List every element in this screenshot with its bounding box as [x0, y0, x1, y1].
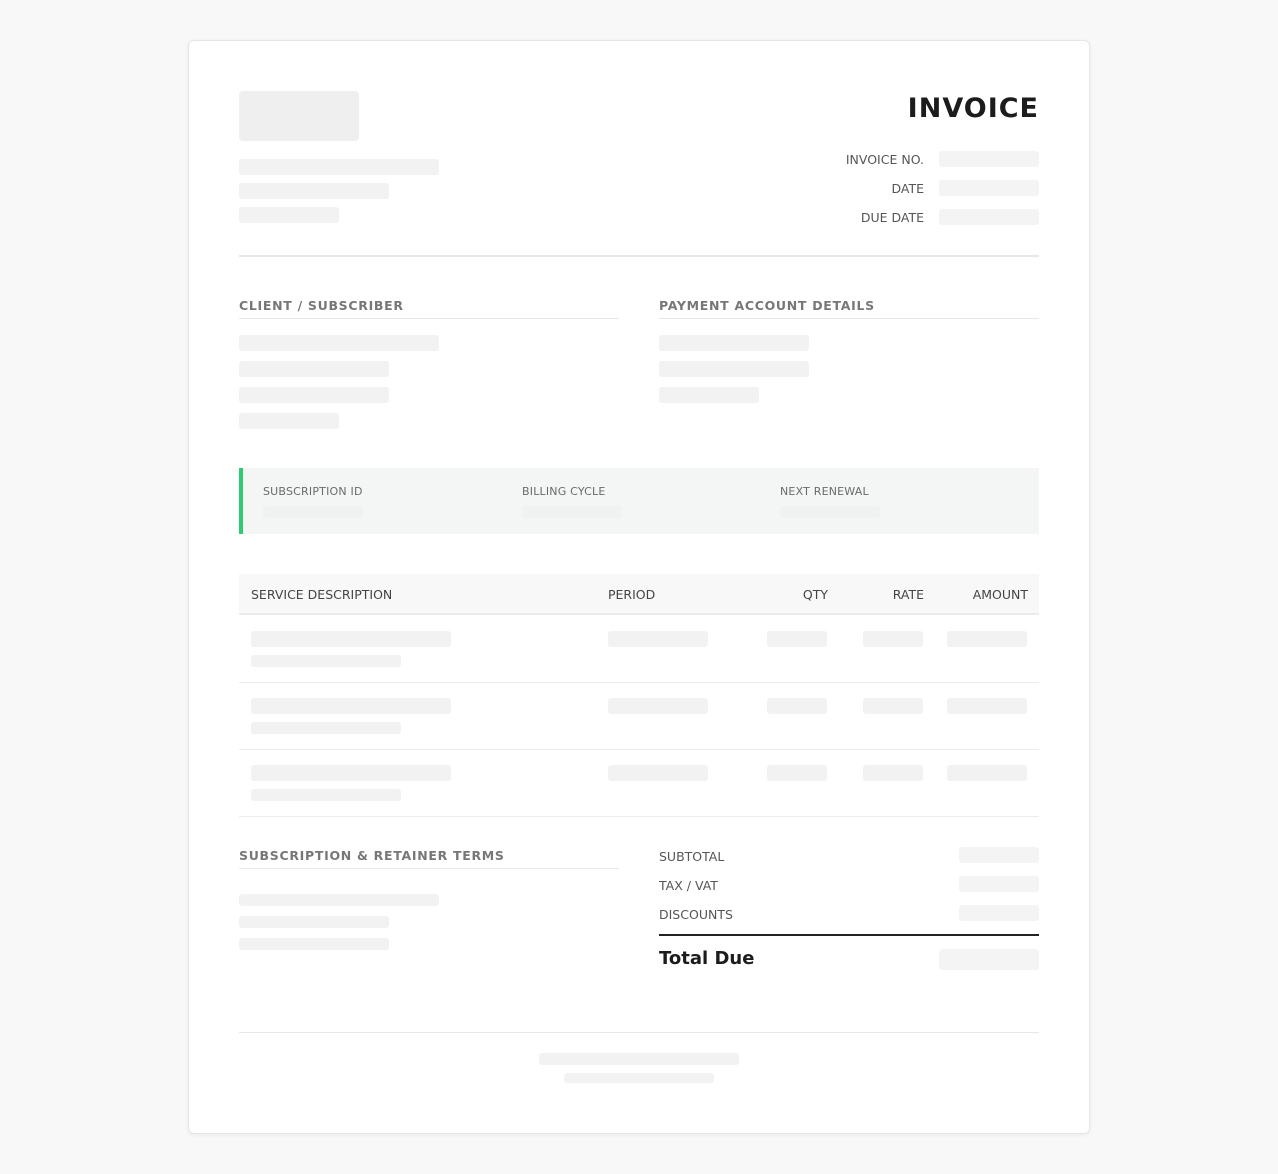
column-qty: QTY	[802, 587, 828, 602]
billing-cycle-value	[522, 506, 622, 518]
payment-section-rule	[659, 318, 1039, 319]
subtotal-value	[959, 847, 1039, 863]
company-name-placeholder	[239, 159, 439, 175]
terms-line-2	[239, 916, 389, 928]
client-line-1	[239, 335, 439, 351]
payment-line-2	[659, 361, 809, 377]
footer-line-1	[539, 1053, 739, 1065]
row-divider	[239, 682, 1039, 683]
client-section-rule	[239, 318, 619, 319]
company-address-placeholder	[239, 183, 389, 199]
row-period	[608, 698, 708, 714]
footer-divider	[239, 1032, 1039, 1033]
row-description	[251, 765, 451, 781]
row-description-sub	[251, 789, 401, 801]
terms-line-3	[239, 938, 389, 950]
row-amount	[947, 698, 1027, 714]
row-period	[608, 765, 708, 781]
row-amount	[947, 631, 1027, 647]
tax-label: TAX / VAT	[659, 878, 718, 893]
row-rate	[863, 698, 923, 714]
tax-value	[959, 876, 1039, 892]
billing-cycle-label: BILLING CYCLE	[522, 485, 606, 498]
invoice-number-label: INVOICE NO.	[845, 152, 924, 167]
due-date-label: DUE DATE	[860, 210, 924, 225]
client-section-heading: CLIENT / SUBSCRIBER	[239, 298, 404, 313]
subtotal-label: SUBTOTAL	[659, 849, 725, 864]
row-qty	[767, 631, 827, 647]
row-description-sub	[251, 722, 401, 734]
terms-section-rule	[239, 868, 619, 869]
invoice-title: INVOICE	[907, 93, 1039, 124]
client-line-4	[239, 413, 339, 429]
due-date-value	[939, 209, 1039, 225]
header-divider	[239, 255, 1039, 257]
row-description	[251, 631, 451, 647]
subscription-id-value	[263, 506, 363, 518]
invoice-card: INVOICE INVOICE NO. DATE DUE DATE CLIENT…	[188, 40, 1090, 1134]
payment-line-3	[659, 387, 759, 403]
date-value	[939, 180, 1039, 196]
payment-line-1	[659, 335, 809, 351]
footer-line-2	[564, 1073, 714, 1083]
company-logo-placeholder	[239, 91, 359, 141]
discounts-label: DISCOUNTS	[659, 907, 733, 922]
column-period: PERIOD	[608, 587, 656, 602]
column-service-description: SERVICE DESCRIPTION	[251, 587, 393, 602]
client-line-2	[239, 361, 389, 377]
company-contact-placeholder	[239, 207, 339, 223]
row-divider	[239, 816, 1039, 817]
row-qty	[767, 765, 827, 781]
row-rate	[863, 631, 923, 647]
terms-line-1	[239, 894, 439, 906]
next-renewal-label: NEXT RENEWAL	[780, 485, 869, 498]
row-description	[251, 698, 451, 714]
next-renewal-value	[780, 506, 880, 518]
row-qty	[767, 698, 827, 714]
payment-section-heading: PAYMENT ACCOUNT DETAILS	[659, 298, 875, 313]
row-period	[608, 631, 708, 647]
date-label: DATE	[891, 181, 924, 196]
terms-section-heading: SUBSCRIPTION & RETAINER TERMS	[239, 848, 505, 863]
column-amount: AMOUNT	[972, 587, 1028, 602]
column-rate: RATE	[892, 587, 924, 602]
invoice-number-value	[939, 151, 1039, 167]
row-description-sub	[251, 655, 401, 667]
subscription-id-label: SUBSCRIPTION ID	[263, 485, 363, 498]
discounts-value	[959, 905, 1039, 921]
total-due-value	[939, 949, 1039, 970]
client-line-3	[239, 387, 389, 403]
row-rate	[863, 765, 923, 781]
subscription-info-bar: SUBSCRIPTION ID BILLING CYCLE NEXT RENEW…	[239, 468, 1039, 534]
row-amount	[947, 765, 1027, 781]
total-due-label: Total Due	[659, 948, 755, 969]
row-divider	[239, 749, 1039, 750]
total-rule	[659, 934, 1039, 936]
line-items-header: SERVICE DESCRIPTION PERIOD QTY RATE AMOU…	[239, 574, 1039, 615]
